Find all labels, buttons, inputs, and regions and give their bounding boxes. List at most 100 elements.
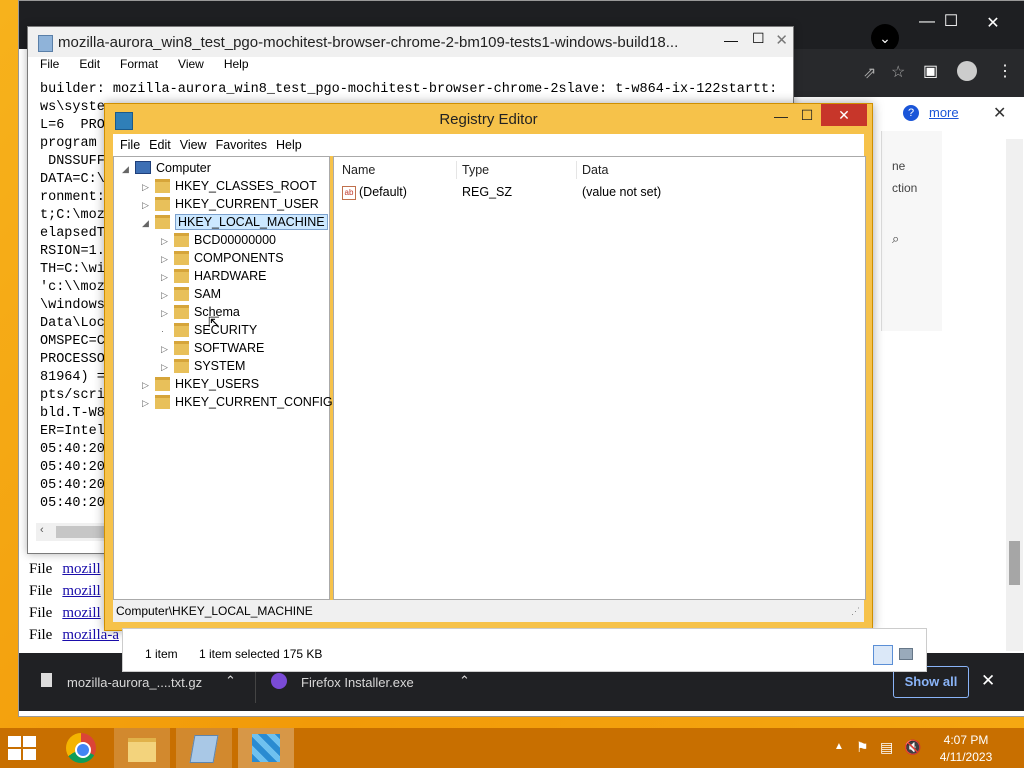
info-bar-close-icon[interactable]: ✕ bbox=[993, 103, 1006, 123]
menu-help[interactable]: Help bbox=[276, 134, 302, 156]
tray-time[interactable]: 4:07 PM bbox=[938, 733, 994, 747]
menu-favorites[interactable]: Favorites bbox=[216, 134, 267, 156]
side-panel: ne ction ⌕ bbox=[881, 131, 942, 331]
tree-node-hku[interactable]: ▷ HKEY_USERS bbox=[142, 375, 259, 393]
tree-node-bcd[interactable]: ▷ BCD00000000 bbox=[161, 231, 276, 249]
divider bbox=[456, 161, 457, 179]
info-bar: ? more ✕ bbox=[881, 101, 1024, 127]
notepad-minimize-button[interactable]: — bbox=[724, 32, 738, 48]
browser-menu-down-icon[interactable]: ⌄ bbox=[871, 24, 899, 52]
help-icon[interactable]: ? bbox=[903, 105, 919, 121]
scroll-left-icon[interactable]: ‹ bbox=[40, 524, 44, 536]
folder-open-icon bbox=[155, 214, 170, 229]
chevron-up-icon[interactable]: ⌃ bbox=[459, 673, 470, 689]
tree-node-hardware[interactable]: ▷ HARDWARE bbox=[161, 267, 266, 285]
tree-node-system[interactable]: ▷ SYSTEM bbox=[161, 357, 245, 375]
mouse-cursor-icon: ⇱ bbox=[208, 314, 220, 330]
column-header-name[interactable]: Name bbox=[342, 163, 375, 177]
registry-title: Registry Editor bbox=[439, 111, 538, 128]
tree-node-hkcr[interactable]: ▷ HKEY_CLASSES_ROOT bbox=[142, 177, 317, 195]
notepad-icon bbox=[189, 735, 219, 763]
notepad-close-button[interactable]: ✕ bbox=[758, 31, 788, 49]
profile-avatar-icon[interactable] bbox=[957, 61, 977, 81]
bookmark-star-icon[interactable]: ☆ bbox=[891, 62, 905, 82]
share-icon[interactable]: ⇗ bbox=[863, 63, 876, 83]
menu-format[interactable]: Format bbox=[120, 57, 158, 71]
menu-view[interactable]: View bbox=[178, 57, 204, 71]
menu-help[interactable]: Help bbox=[224, 57, 249, 71]
tray-date[interactable]: 4/11/2023 bbox=[938, 750, 994, 764]
explorer-status-bar: 1 item 1 item selected 175 KB bbox=[122, 628, 927, 672]
menu-file[interactable]: File bbox=[120, 134, 140, 156]
menu-edit[interactable]: Edit bbox=[79, 57, 100, 71]
tree-node-schema[interactable]: ▷ Schema bbox=[161, 303, 240, 321]
value-data: (value not set) bbox=[582, 185, 662, 199]
folder-icon bbox=[155, 394, 170, 409]
download-bar-close-icon[interactable]: ✕ bbox=[981, 671, 995, 691]
search-icon[interactable]: ⌕ bbox=[892, 231, 899, 247]
details-view-icon[interactable] bbox=[873, 645, 893, 665]
action-center-flag-icon[interactable]: ⚑ bbox=[856, 739, 869, 756]
folder-icon bbox=[174, 358, 189, 373]
browser-toolbar: ⇗ ☆ ▣ ⋮ bbox=[779, 49, 1024, 97]
string-value-icon: ab bbox=[342, 185, 356, 200]
table-row[interactable]: ab (Default) bbox=[342, 185, 407, 200]
value-name: (Default) bbox=[359, 185, 407, 199]
notepad-menu-bar: File Edit Format View Help bbox=[28, 57, 793, 79]
taskbar-registry-editor[interactable] bbox=[238, 728, 294, 768]
file-link[interactable]: mozill bbox=[62, 605, 100, 621]
tree-node-components[interactable]: ▷ COMPONENTS bbox=[161, 249, 284, 267]
large-icons-view-icon[interactable] bbox=[899, 648, 913, 660]
registry-title-bar[interactable]: Registry Editor — ☐ ✕ bbox=[105, 104, 872, 134]
file-icon bbox=[41, 673, 52, 687]
folder-icon bbox=[155, 178, 170, 193]
column-header-type[interactable]: Type bbox=[462, 163, 489, 177]
tree-node-hkcu[interactable]: ▷ HKEY_CURRENT_USER bbox=[142, 195, 319, 213]
folder-icon bbox=[174, 250, 189, 265]
tree-node-computer[interactable]: ◢ Computer bbox=[122, 159, 211, 177]
tree-node-software[interactable]: ▷ SOFTWARE bbox=[161, 339, 264, 357]
firefox-installer-icon bbox=[271, 673, 287, 689]
file-link[interactable]: mozill bbox=[62, 583, 100, 599]
registry-maximize-button[interactable]: ☐ bbox=[793, 107, 821, 124]
folder-icon bbox=[128, 738, 156, 762]
file-link[interactable]: mozill bbox=[62, 561, 100, 577]
taskbar-file-explorer[interactable] bbox=[114, 728, 170, 768]
more-menu-icon[interactable]: ⋮ bbox=[997, 61, 1013, 81]
tree-node-hkcc[interactable]: ▷ HKEY_CURRENT_CONFIG bbox=[142, 393, 333, 411]
folder-icon bbox=[174, 322, 189, 337]
registry-close-button[interactable]: ✕ bbox=[821, 104, 867, 126]
extension-icon[interactable]: ▣ bbox=[923, 61, 938, 81]
value-type: REG_SZ bbox=[462, 185, 513, 199]
side-text-2: ction bbox=[892, 181, 918, 195]
system-tray: ▲ ⚑ ▤ 🔇 4:07 PM 4/11/2023 bbox=[804, 728, 1024, 768]
taskbar-chrome[interactable] bbox=[54, 728, 110, 768]
resize-grip-icon[interactable]: ⋰ bbox=[851, 606, 860, 617]
page-scrollbar-thumb[interactable] bbox=[1009, 541, 1020, 585]
browser-maximize-button[interactable]: ☐ bbox=[931, 11, 971, 31]
computer-icon bbox=[135, 161, 151, 175]
notepad-title-bar[interactable]: mozilla-aurora_win8_test_pgo-mochitest-b… bbox=[28, 27, 793, 57]
download-item-name[interactable]: Firefox Installer.exe bbox=[301, 675, 414, 690]
registry-values-pane: Name Type Data ab (Default) REG_SZ (value… bbox=[333, 156, 866, 600]
registry-minimize-button[interactable]: — bbox=[767, 108, 795, 124]
more-link[interactable]: more bbox=[929, 105, 959, 120]
selection-info: 1 item selected 175 KB bbox=[199, 647, 323, 661]
windows-start-icon[interactable] bbox=[8, 736, 36, 760]
folder-icon bbox=[174, 232, 189, 247]
network-icon[interactable]: ▤ bbox=[880, 739, 893, 756]
tree-node-sam[interactable]: ▷ SAM bbox=[161, 285, 221, 303]
volume-muted-icon[interactable]: 🔇 bbox=[904, 739, 921, 756]
column-header-data[interactable]: Data bbox=[582, 163, 608, 177]
show-hidden-icons-icon[interactable]: ▲ bbox=[834, 741, 844, 752]
chevron-up-icon[interactable]: ⌃ bbox=[225, 673, 236, 689]
registry-status-bar: Computer\HKEY_LOCAL_MACHINE ⋰ bbox=[113, 600, 864, 622]
menu-edit[interactable]: Edit bbox=[149, 134, 171, 156]
browser-close-button[interactable]: ✕ bbox=[973, 13, 1013, 33]
menu-view[interactable]: View bbox=[180, 134, 207, 156]
registry-editor-window: Registry Editor — ☐ ✕ File Edit View Favori… bbox=[104, 103, 873, 631]
taskbar-notepad[interactable] bbox=[176, 728, 232, 768]
download-item-name[interactable]: mozilla-aurora_....txt.gz bbox=[67, 675, 202, 690]
tree-node-hklm[interactable]: ◢ HKEY_LOCAL_MACHINE bbox=[142, 213, 328, 231]
menu-file[interactable]: File bbox=[40, 57, 59, 71]
